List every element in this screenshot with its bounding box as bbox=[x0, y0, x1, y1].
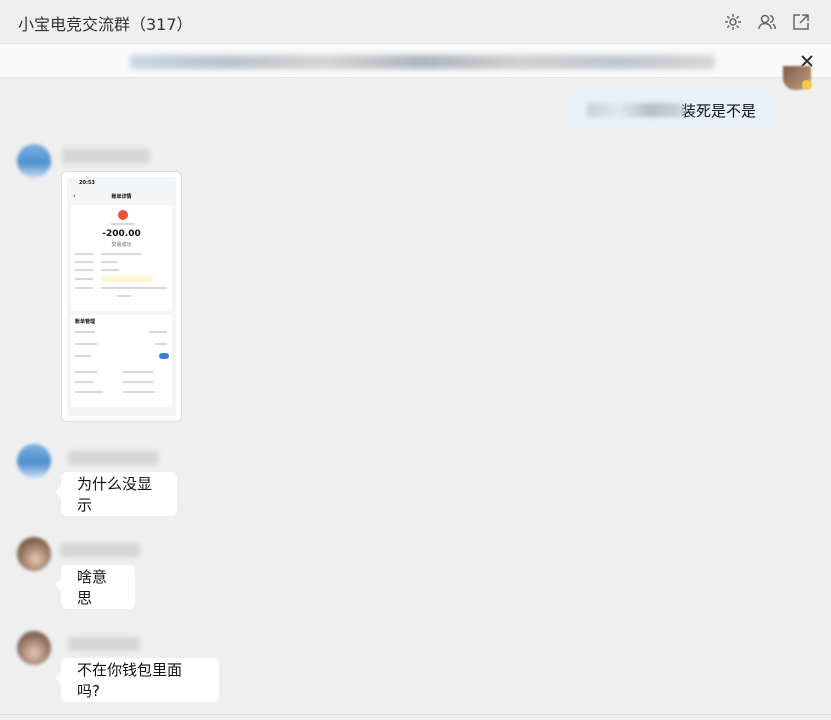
image-amount-sub: 交易成功 bbox=[111, 242, 132, 248]
bubble-tail bbox=[55, 579, 61, 591]
group-notice-bar[interactable] bbox=[0, 44, 831, 78]
bubble-tail bbox=[55, 486, 61, 498]
sender-name-redacted bbox=[68, 451, 158, 465]
message-text: 啥意思 bbox=[77, 568, 108, 607]
toggle-icon bbox=[159, 353, 169, 359]
members-icon[interactable] bbox=[757, 12, 777, 32]
gear-icon[interactable] bbox=[723, 12, 743, 32]
bubble-tail bbox=[55, 672, 61, 684]
sender-avatar[interactable] bbox=[17, 631, 51, 665]
message-bubble-other[interactable]: 不在你钱包里面吗? bbox=[55, 658, 219, 702]
sender-name-redacted bbox=[68, 637, 140, 651]
redacted-text bbox=[587, 103, 683, 117]
message-image[interactable]: 20:53 ‹ 账单详情 -200.00 交易成功 账单管理 bbox=[61, 171, 182, 422]
message-text: 为什么没显示 bbox=[77, 475, 153, 514]
message-text: 不在你钱包里面吗? bbox=[77, 661, 183, 700]
message-bubble-other[interactable]: 为什么没显示 bbox=[55, 472, 177, 516]
popout-icon[interactable] bbox=[791, 12, 811, 32]
sender-avatar[interactable] bbox=[17, 444, 51, 478]
image-bill-card: -200.00 交易成功 bbox=[71, 205, 172, 311]
notice-text-redacted bbox=[130, 55, 715, 69]
message-text: 装死是不是 bbox=[680, 101, 756, 120]
image-manage-card: 账单管理 bbox=[71, 315, 172, 407]
image-status-time: 20:53 bbox=[79, 180, 95, 186]
sender-name-redacted bbox=[62, 149, 150, 163]
image-amount: -200.00 bbox=[102, 229, 141, 239]
sender-avatar[interactable] bbox=[17, 537, 51, 571]
sender-name-redacted bbox=[60, 543, 140, 557]
message-bubble-me[interactable]: 装死是不是 bbox=[567, 88, 772, 132]
chat-title: 小宝电竞交流群（317） bbox=[18, 15, 193, 34]
image-header: 账单详情 bbox=[111, 194, 132, 200]
weibo-icon bbox=[118, 210, 128, 220]
vip-badge-icon bbox=[802, 80, 812, 90]
image-section-title: 账单管理 bbox=[75, 319, 96, 325]
image-screenshot: 20:53 ‹ 账单详情 -200.00 交易成功 账单管理 bbox=[67, 177, 176, 416]
divider bbox=[0, 714, 831, 715]
message-bubble-other[interactable]: 啥意思 bbox=[55, 565, 135, 609]
title-actions bbox=[723, 12, 811, 32]
sender-avatar[interactable] bbox=[17, 144, 51, 178]
title-bar: 小宝电竞交流群（317） bbox=[0, 0, 831, 44]
